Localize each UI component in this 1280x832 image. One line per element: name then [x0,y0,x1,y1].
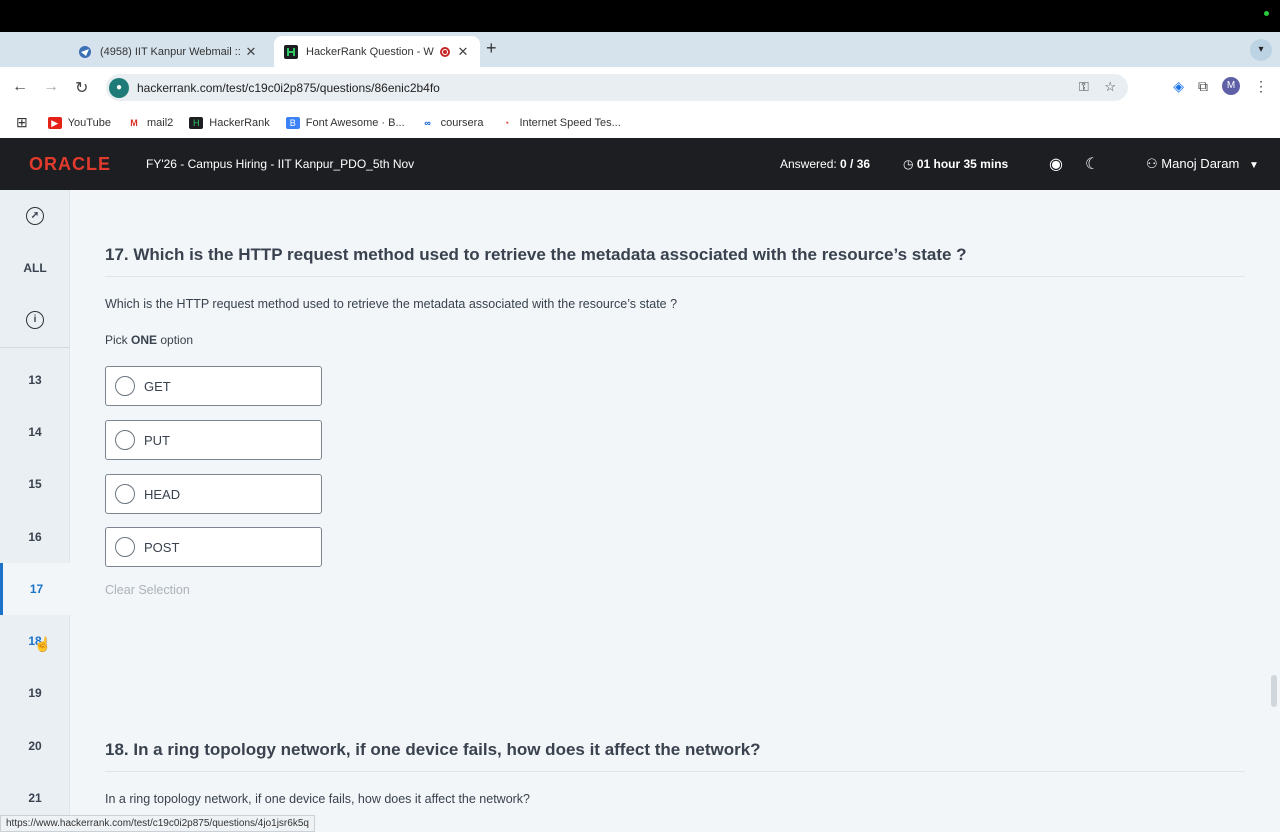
option-head[interactable]: HEAD [105,474,322,514]
pick-instruction: Pick ONE option [105,333,194,347]
rail-item-16[interactable]: 16 [0,511,70,563]
caret-down-icon: ▼ [1248,160,1259,171]
eye-icon[interactable]: ◉ [1049,154,1063,174]
hand-cursor-icon: ☝ [34,636,52,652]
browser-toolbar: ← → ↻ ● hackerrank.com/test/c19c0i2p875/… [0,67,1280,107]
webmail-favicon-icon [79,45,91,58]
coursera-icon: ∞ [424,117,431,128]
avatar[interactable]: M [1222,77,1240,95]
info-icon[interactable]: i [0,294,70,346]
question-17-title: 17. Which is the HTTP request method use… [105,245,967,264]
question-17-text: Which is the HTTP request method used to… [105,297,678,311]
divider [105,276,1245,277]
bookmark-speedtest[interactable]: ◔ Internet Speed Tes... [499,117,621,129]
bookmark-youtube[interactable]: ▶ YouTube [47,116,111,129]
question-navigator: ➚ ALL i 13 14 15 16 17 18 19 20 21 [0,190,70,832]
os-menu-bar [0,0,1280,32]
divider [0,347,70,348]
rail-item-13[interactable]: 13 [0,354,70,406]
rail-item-15[interactable]: 15 [0,458,70,510]
option-post[interactable]: POST [105,527,322,567]
test-header: ORACLE FY'26 - Campus Hiring - IIT Kanpu… [0,138,1280,190]
answered-count: Answered: 0 / 36 [780,157,871,171]
moon-icon[interactable]: ☾ [1085,154,1099,174]
bookmark-font-awesome[interactable]: B Font Awesome · B... [285,116,405,129]
rail-item-17[interactable]: 17 [0,563,70,615]
rail-item-20[interactable]: 20 [0,720,70,772]
bookmark-mail2[interactable]: Mmail2 [127,117,173,129]
bootstrap-icon: B [285,116,300,129]
question-18-text: In a ring topology network, if one devic… [105,792,531,806]
address-bar[interactable]: ● hackerrank.com/test/c19c0i2p875/questi… [106,74,1128,101]
option-get[interactable]: GET [105,366,322,406]
bookmarks-bar: ⊞ ▶ YouTube Mmail2 H HackerRank B Font Awes… [0,107,1280,138]
tab-webmail[interactable]: (4958) IIT Kanpur Webmail :: ✕ [68,36,268,67]
camera-site-icon[interactable]: ● [109,77,129,98]
user-icon: ⚇ [1146,156,1158,171]
radio-button[interactable] [115,376,135,396]
divider [105,771,1245,772]
option-put[interactable]: PUT [105,420,322,460]
gmail-icon: M [130,117,138,128]
question-18-title: 18. In a ring topology network, if one d… [105,740,761,759]
clear-selection-link[interactable]: Clear Selection [105,583,190,597]
more-menu-icon[interactable]: ⋮ [1254,78,1268,95]
camera-indicator-icon [1264,11,1269,16]
user-menu[interactable]: ⚇ Manoj Daram ▼ [1146,156,1259,172]
tab-title: HackerRank Question - W [306,45,434,58]
status-url: https://www.hackerrank.com/test/c19c0i2p… [0,815,315,832]
puzzle-icon[interactable]: ⧉ [1198,78,1208,95]
radio-button[interactable] [115,537,135,557]
rail-item-19[interactable]: 19 [0,667,70,719]
url-text[interactable]: hackerrank.com/test/c19c0i2p875/question… [137,81,440,95]
timer: ◷ 01 hour 35 mins [903,157,1009,171]
rail-item-14[interactable]: 14 [0,406,70,458]
tab-hackerrank[interactable]: HackerRank Question - W ✕ [274,36,480,67]
speedometer-icon: ◔ [503,117,510,128]
extensions-area: ◈ ⧉ M ⋮ [1173,77,1268,95]
close-icon[interactable]: ✕ [456,44,470,60]
question-panel: 17. Which is the HTTP request method use… [70,190,1280,832]
tab-title: (4958) IIT Kanpur Webmail :: [100,45,241,58]
radio-button[interactable] [115,430,135,450]
reload-icon[interactable]: ↻ [75,78,88,98]
scrollbar[interactable] [1271,675,1277,707]
recording-icon [440,46,450,57]
forward-arrow-icon[interactable]: → [43,78,59,96]
test-title: FY'26 - Campus Hiring - IIT Kanpur_PDO_5… [146,157,415,171]
bookmark-coursera[interactable]: ∞ coursera [421,117,483,129]
key-icon[interactable]: ⚿ [1079,79,1089,94]
oracle-logo: ORACLE [29,154,111,174]
extension-icon[interactable]: ◈ [1173,78,1184,95]
clock-icon: ◷ [903,157,914,171]
rail-item-all[interactable]: ALL [0,242,70,294]
close-icon[interactable]: ✕ [244,44,258,60]
apps-icon[interactable]: ⊞ [16,114,28,131]
omnibox-icons: ⚿ ☆ [1079,79,1116,95]
star-icon[interactable]: ☆ [1104,79,1116,94]
hackerrank-favicon-icon [284,44,298,59]
tab-strip: (4958) IIT Kanpur Webmail :: ✕ HackerRan… [0,32,1280,67]
bookmark-hackerrank[interactable]: H HackerRank [189,116,270,129]
back-arrow-icon[interactable]: ← [12,78,28,96]
youtube-icon: ▶ [47,116,62,129]
radio-button[interactable] [115,484,135,504]
hackerrank-icon: H [189,116,204,129]
new-tab-button[interactable]: + [486,38,497,59]
compass-icon[interactable]: ➚ [0,190,70,242]
tab-search-button[interactable]: ▾ [1250,39,1272,61]
